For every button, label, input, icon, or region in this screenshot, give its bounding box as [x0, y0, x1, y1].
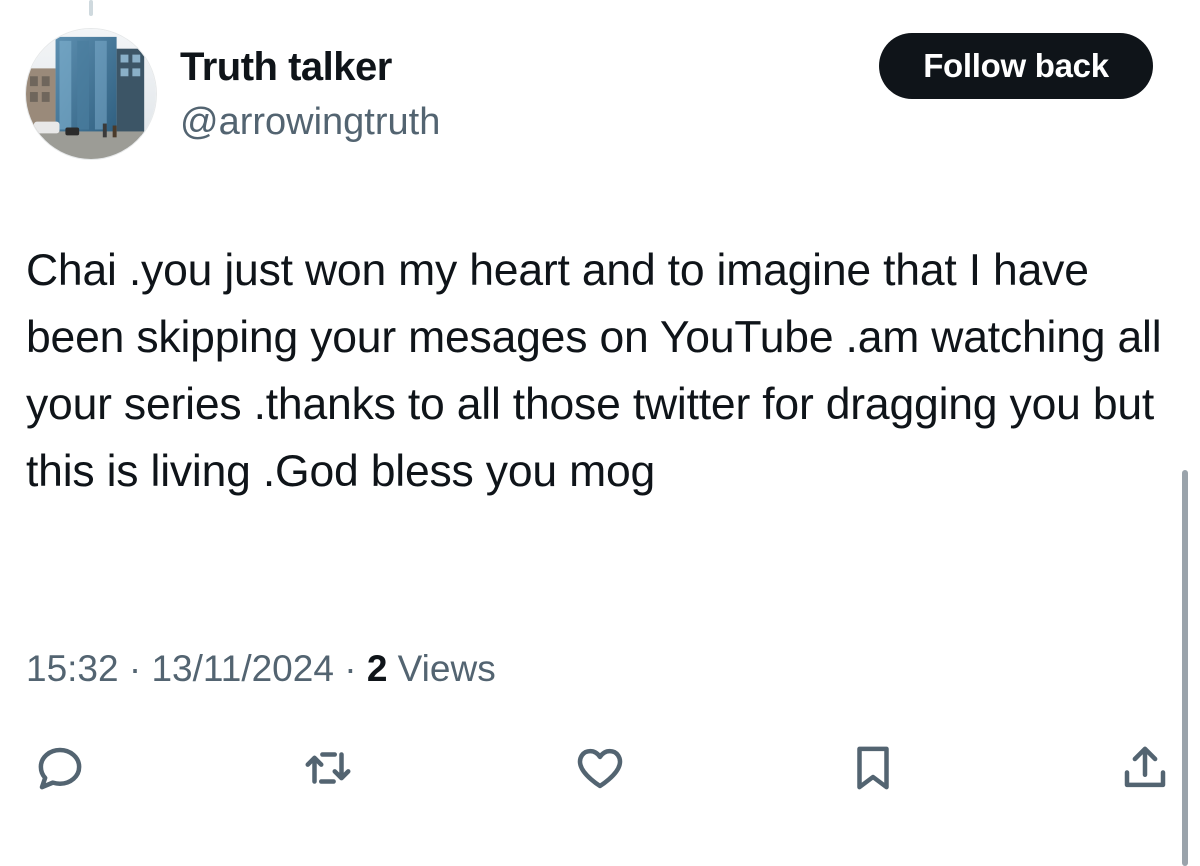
user-handle[interactable]: @arrowingtruth: [180, 101, 440, 144]
retweet-button[interactable]: [298, 738, 358, 798]
tweet-date[interactable]: 13/11/2024: [151, 648, 333, 689]
avatar-image: [26, 29, 156, 159]
tweet-time[interactable]: 15:32: [26, 648, 119, 689]
share-button[interactable]: [1115, 738, 1175, 798]
scrollbar[interactable]: [1182, 470, 1188, 866]
display-name[interactable]: Truth talker: [180, 45, 392, 90]
bookmark-button[interactable]: [843, 738, 903, 798]
follow-back-button[interactable]: Follow back: [879, 33, 1153, 99]
tweet-meta: 15:32 · 13/11/2024 · 2 Views: [26, 648, 496, 690]
meta-separator: ·: [333, 648, 367, 689]
thread-connector-line: [89, 0, 93, 16]
retweet-icon: [305, 752, 351, 784]
share-icon: [1124, 746, 1166, 788]
views-label: Views: [387, 648, 496, 689]
views-count: 2: [366, 648, 388, 689]
reply-button[interactable]: [30, 738, 90, 798]
tweet-text: Chai .you just won my heart and to imagi…: [26, 246, 1162, 496]
reply-icon: [38, 747, 82, 790]
avatar[interactable]: [25, 28, 157, 160]
bookmark-icon: [857, 746, 889, 790]
like-icon: [577, 748, 623, 789]
meta-separator: ·: [118, 648, 152, 689]
like-button[interactable]: [570, 738, 630, 798]
